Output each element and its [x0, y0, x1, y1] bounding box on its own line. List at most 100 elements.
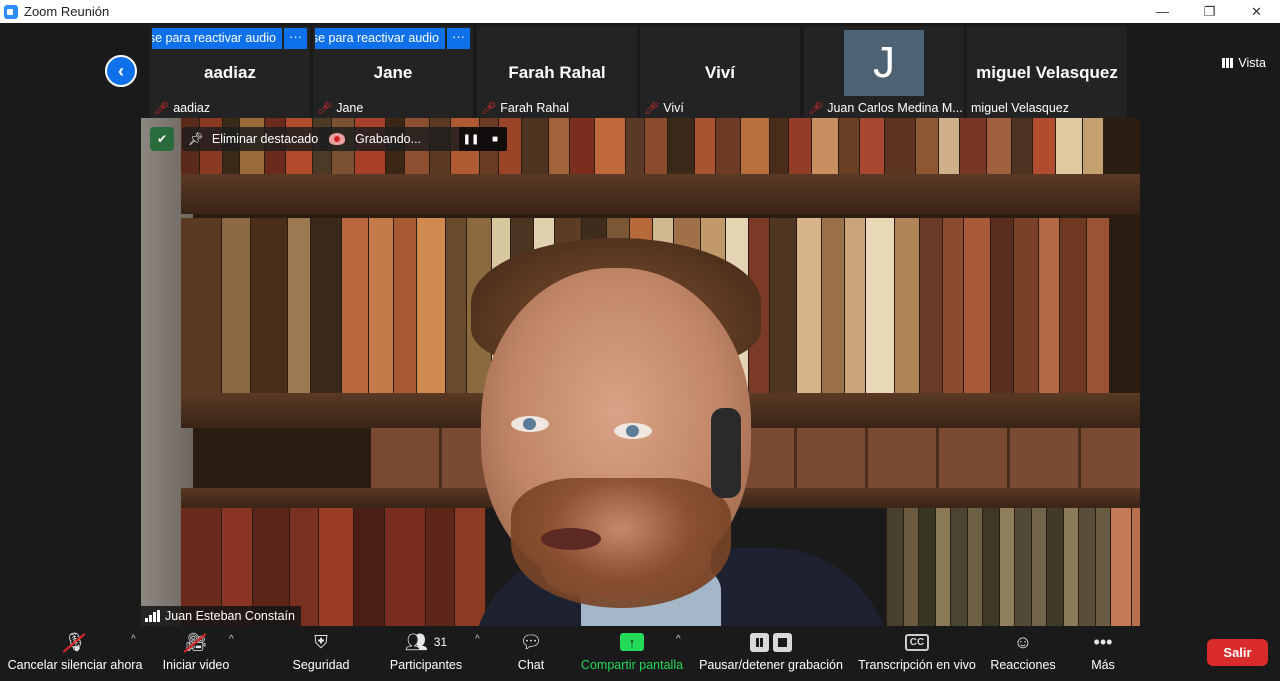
participant-name: Farah Rahal — [508, 63, 606, 82]
speaker-name: Juan Esteban Constaín — [165, 609, 295, 623]
more-button[interactable]: ••• Más — [1088, 626, 1118, 681]
window-controls: — ❐ ✕ — [1139, 0, 1280, 23]
speaker-mouth — [541, 528, 601, 550]
main-video[interactable]: ✔ 📌︎ Eliminar destacado Grabando... ❚❚ ■… — [141, 118, 1140, 626]
participant-tile[interactable]: Viví 🎤︎ Viví — [640, 26, 800, 118]
speaker-eye-left — [511, 416, 549, 432]
shield-icon: ⛨ — [314, 631, 328, 652]
pause-recording-button[interactable]: ❚❚ — [459, 127, 483, 151]
microphone-muted-icon: 🎙︎ — [63, 631, 87, 652]
record-label: Pausar/detener grabación — [699, 658, 843, 672]
gallery-view-icon — [1222, 58, 1234, 68]
pin-icon: 📌︎ — [188, 131, 204, 146]
participants-count: 31 — [433, 635, 448, 649]
speaker-eye-right — [614, 423, 652, 439]
participants-button[interactable]: 👥︎ 31 Participantes — [388, 626, 464, 681]
previous-page-button[interactable]: ‹ — [105, 55, 137, 87]
share-options-caret[interactable]: ^ — [676, 634, 681, 645]
mute-label: Cancelar silenciar ahora — [7, 658, 143, 672]
tile-footer: 🎤︎ Farah Rahal — [481, 101, 569, 115]
audio-options-caret[interactable]: ^ — [131, 634, 136, 645]
tile-footer-name: Jane — [336, 101, 364, 115]
participant-tile[interactable]: Farah Rahal 🎤︎ Farah Rahal — [477, 26, 637, 118]
recording-indicator: Grabando... ❚❚ ■ — [321, 127, 507, 151]
security-button[interactable]: ⛨ Seguridad — [290, 626, 352, 681]
restore-button[interactable]: ❐ — [1186, 0, 1233, 23]
participants-icon: 👥︎ — [404, 631, 428, 652]
zoom-meeting-window: Zoom Reunión — ❐ ✕ ‹ Pulse para reactiva… — [0, 0, 1280, 681]
tile-footer: 🎤︎ Juan Carlos Medina M... — [808, 101, 963, 115]
tile-more-button[interactable]: ··· — [447, 28, 470, 49]
video-off-icon: 🎥︎ — [184, 631, 208, 652]
share-screen-icon: ↑ — [620, 633, 644, 651]
participants-options-caret[interactable]: ^ — [475, 634, 480, 645]
participant-name: Jane — [373, 63, 413, 82]
reactions-label: Reacciones — [990, 658, 1056, 672]
video-options-caret[interactable]: ^ — [229, 634, 234, 645]
reactions-button[interactable]: ☺︎ Reacciones — [990, 626, 1056, 681]
tile-footer-name: aadiaz — [173, 101, 211, 115]
share-label: Compartir pantalla — [580, 658, 684, 672]
encryption-shield-icon[interactable]: ✔ — [150, 127, 174, 151]
unpin-label: Eliminar destacado — [211, 132, 319, 146]
leave-meeting-button[interactable]: Salir — [1207, 639, 1268, 666]
tile-footer: 🎤︎ Viví — [644, 101, 684, 115]
tile-footer-name: Viví — [663, 101, 684, 115]
muted-mic-icon: 🎤︎ — [154, 101, 170, 115]
more-label: Más — [1091, 658, 1115, 672]
start-video-button[interactable]: 🎥︎ Iniciar video — [160, 626, 232, 681]
participant-avatar: J — [844, 30, 924, 96]
mute-button[interactable]: 🎙︎ Cancelar silenciar ahora — [7, 626, 143, 681]
transcript-label: Transcripción en vivo — [858, 658, 976, 672]
pause-icon — [750, 632, 769, 652]
emoji-add-icon: ☺︎ — [1013, 631, 1033, 652]
live-transcript-button[interactable]: CC Transcripción en vivo — [857, 626, 977, 681]
cloud-recording-icon — [329, 133, 345, 145]
tile-footer-name: Farah Rahal — [500, 101, 570, 115]
participant-tile[interactable]: miguel Velasquez miguel Velasquez — [967, 26, 1127, 118]
stop-icon — [773, 632, 792, 652]
title-bar: Zoom Reunión — ❐ ✕ — [0, 0, 1280, 23]
video-label: Iniciar video — [162, 658, 230, 672]
participant-name: aadiaz — [204, 63, 256, 82]
view-button[interactable]: Vista — [1222, 56, 1266, 70]
stop-recording-button[interactable]: ■ — [483, 127, 507, 151]
tile-footer: 🎤︎ aadiaz — [154, 101, 210, 115]
shelf-plank — [181, 174, 1140, 214]
unpin-button[interactable]: 📌︎ Eliminar destacado — [182, 127, 329, 151]
close-button[interactable]: ✕ — [1233, 0, 1280, 23]
recording-controls-button[interactable]: Pausar/detener grabación — [699, 626, 843, 681]
participant-name: miguel Velasquez — [976, 63, 1118, 82]
more-dots-icon: ••• — [1093, 631, 1113, 652]
participants-label: Participantes — [389, 658, 463, 672]
participant-tile[interactable]: J 🎤︎ Juan Carlos Medina M... — [804, 26, 964, 118]
muted-mic-icon: 🎤︎ — [808, 101, 824, 115]
share-screen-button[interactable]: ↑ Compartir pantalla — [578, 626, 686, 681]
chat-button[interactable]: 💬︎ Chat — [512, 626, 550, 681]
tile-footer: miguel Velasquez — [971, 101, 1069, 115]
muted-mic-icon: 🎤︎ — [481, 101, 497, 115]
participant-name: Viví — [705, 63, 735, 82]
participant-tile[interactable]: Pulse para reactivar audio ··· aadiaz 🎤︎… — [150, 26, 310, 118]
chevron-left-icon: ‹ — [118, 60, 124, 81]
participant-tile[interactable]: Pulse para reactivar audio ··· Jane 🎤︎ J… — [313, 26, 473, 118]
closed-caption-icon: CC — [904, 633, 930, 651]
headset — [711, 408, 741, 498]
tile-footer-name: Juan Carlos Medina M... — [827, 101, 963, 115]
view-button-label: Vista — [1238, 56, 1266, 70]
meeting-toolbar: 🎙︎ Cancelar silenciar ahora ^ 🎥︎ Iniciar… — [0, 626, 1280, 681]
muted-mic-icon: 🎤︎ — [317, 101, 333, 115]
chat-label: Chat — [517, 658, 545, 672]
participant-strip: ‹ Pulse para reactivar audio ··· aadiaz … — [0, 23, 1280, 118]
muted-mic-icon: 🎤︎ — [644, 101, 660, 115]
unmute-banner[interactable]: Pulse para reactivar audio — [315, 28, 445, 49]
tile-footer-name: miguel Velasquez — [971, 101, 1069, 115]
tile-more-button[interactable]: ··· — [284, 28, 307, 49]
recording-label: Grabando... — [355, 132, 422, 146]
zoom-app-icon — [4, 4, 18, 19]
security-label: Seguridad — [292, 658, 350, 672]
minimize-button[interactable]: — — [1139, 0, 1186, 23]
tile-footer: 🎤︎ Jane — [317, 101, 363, 115]
speaker-name-bar: Juan Esteban Constaín — [141, 606, 301, 626]
unmute-banner[interactable]: Pulse para reactivar audio — [152, 28, 282, 49]
